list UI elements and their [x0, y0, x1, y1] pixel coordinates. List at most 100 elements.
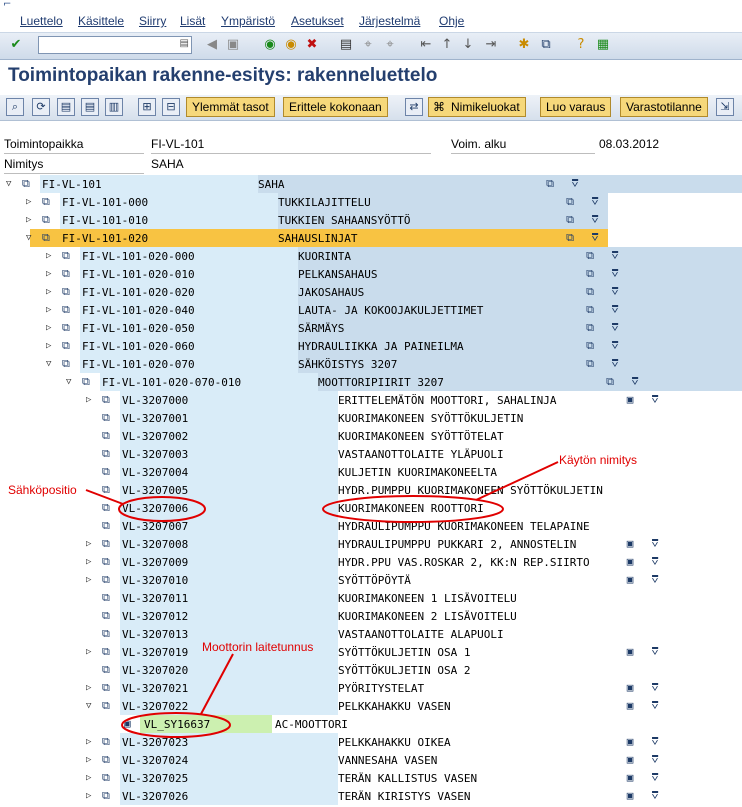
node-code[interactable]: VL-3207001 [122, 412, 188, 425]
expand-node-icon[interactable]: ▷ [86, 754, 96, 766]
node-code[interactable]: VL-3207019 [122, 646, 188, 659]
expand-node-icon[interactable]: ▷ [86, 538, 96, 550]
previous-page-icon[interactable]: ↑ [439, 37, 455, 53]
node-code[interactable]: VL-3207025 [122, 772, 188, 785]
luo-varaus-button[interactable]: Luo varaus [540, 97, 612, 117]
expand-node-icon[interactable]: ▷ [46, 304, 56, 316]
tree-row[interactable]: ▷ ⧉ FI-VL-101-020-010 PELKANSAHAUS ⧉ ⩢ [0, 265, 742, 283]
tree-row[interactable]: ▷ ⧉ VL-3207026 TERÄN KIRISTYS VASEN ▣ ⩢ [0, 787, 742, 805]
tree-row[interactable]: ⧉ VL-3207006 KUORIMAKONEEN ROOTTORI [0, 499, 742, 517]
next-page-icon[interactable]: ↓ [460, 37, 476, 53]
node-code[interactable]: VL-3207026 [122, 790, 188, 803]
equipment-row[interactable]: ▣ VL_SY16637 AC-MOOTTORI [0, 715, 742, 733]
exit-icon[interactable]: ◉ [283, 37, 299, 53]
tree-row[interactable]: ⧉ VL-3207001 KUORIMAKONEEN SYÖTTÖKULJETIN [0, 409, 742, 427]
collapse-node-icon[interactable]: ▽ [86, 700, 96, 712]
node-code[interactable]: VL-3207000 [122, 394, 188, 407]
floc-detail-icon[interactable]: ⧉ [583, 357, 597, 371]
cancel-icon[interactable]: ✖ [304, 37, 320, 53]
tree-row[interactable]: ▷ ⧉ VL-3207023 PELKKAHAKKU OIKEA ▣ ⩢ [0, 733, 742, 751]
collapse-node-icon[interactable]: ▽ [66, 376, 76, 388]
expand-node-icon[interactable]: ▷ [46, 250, 56, 262]
filter-down-icon[interactable]: ⩢ [648, 555, 662, 569]
node-code[interactable]: VL-3207005 [122, 484, 188, 497]
filter-down-icon[interactable]: ⩢ [628, 375, 642, 389]
find-icon[interactable]: ⌖ [360, 37, 376, 53]
expand-node-icon[interactable]: ▷ [86, 736, 96, 748]
equipment-detail-icon[interactable]: ▣ [623, 789, 637, 803]
tree-row[interactable]: ⧉ VL-3207005 HYDR.PUMPPU KUORIMAKONEEN SYÖ… [0, 481, 742, 499]
expand-node-icon[interactable]: ▷ [86, 772, 96, 784]
filter-down-icon[interactable]: ⩢ [648, 771, 662, 785]
floc-detail-icon[interactable]: ⧉ [563, 213, 577, 227]
node-code[interactable]: FI-VL-101-020 [62, 232, 148, 245]
tree-row[interactable]: ⧉ VL-3207020 SYÖTTÖKULJETIN OSA 2 [0, 661, 742, 679]
tree-row[interactable]: ▽ ⧉ FI-VL-101-020-070 SÄHKÖISTYS 3207 ⧉ ⩢ [0, 355, 742, 373]
node-code[interactable]: FI-VL-101-020-010 [82, 268, 195, 281]
node-code[interactable]: FI-VL-101 [42, 178, 102, 191]
node-code[interactable]: VL-3207002 [122, 430, 188, 443]
tree-row[interactable]: ▽ ⧉ FI-VL-101 SAHA ⧉ ⩢ [0, 175, 742, 193]
layout-menu-icon[interactable]: ▦ [595, 37, 611, 53]
save-icon[interactable]: ▣ [225, 37, 241, 53]
filter-down-icon[interactable]: ⩢ [588, 213, 602, 227]
node-code[interactable]: FI-VL-101-020-070 [82, 358, 195, 371]
tree-row[interactable]: ▷ ⧉ VL-3207021 PYÖRITYSTELAT ▣ ⩢ [0, 679, 742, 697]
expand-node-icon[interactable]: ▷ [46, 340, 56, 352]
columns-icon[interactable]: ▥ [105, 98, 123, 116]
expand-node-icon[interactable]: ▷ [46, 268, 56, 280]
equipment-detail-icon[interactable]: ▣ [623, 537, 637, 551]
new-session-icon[interactable]: ✱ [516, 37, 532, 53]
filter-down-icon[interactable]: ⩢ [608, 303, 622, 317]
filter-down-icon[interactable]: ⩢ [588, 195, 602, 209]
menu-ohje[interactable]: Ohje [439, 14, 464, 28]
export-icon[interactable]: ⇲ [716, 98, 734, 116]
first-page-icon[interactable]: ⇤ [418, 37, 434, 53]
choose-icon[interactable]: ▤ [57, 98, 75, 116]
node-code[interactable]: FI-VL-101-020-040 [82, 304, 195, 317]
node-code[interactable]: VL-3207022 [122, 700, 188, 713]
expand-node-icon[interactable]: ▷ [86, 574, 96, 586]
node-code[interactable]: VL-3207007 [122, 520, 188, 533]
tree-row[interactable]: ▷ ⧉ VL-3207000 ERITTELEMÄTÖN MOOTTORI, SAHA… [0, 391, 742, 409]
equipment-detail-icon[interactable]: ▣ [623, 753, 637, 767]
last-page-icon[interactable]: ⇥ [483, 37, 499, 53]
node-code[interactable]: VL-3207020 [122, 664, 188, 677]
collapse-subtree-icon[interactable]: ⊟ [162, 98, 180, 116]
node-code[interactable]: VL-3207009 [122, 556, 188, 569]
floc-detail-icon[interactable]: ⧉ [583, 303, 597, 317]
node-code[interactable]: FI-VL-101-020-050 [82, 322, 195, 335]
tree-row[interactable]: ▷ ⧉ FI-VL-101-020-020 JAKOSAHAUS ⧉ ⩢ [0, 283, 742, 301]
floc-detail-icon[interactable]: ⧉ [583, 321, 597, 335]
tree-row[interactable]: ⧉ VL-3207011 KUORIMAKONEEN 1 LISÄVOITELU [0, 589, 742, 607]
floc-detail-icon[interactable]: ⧉ [563, 231, 577, 245]
filter-down-icon[interactable]: ⩢ [648, 645, 662, 659]
floc-detail-icon[interactable]: ⧉ [603, 375, 617, 389]
filter-down-icon[interactable]: ⩢ [648, 699, 662, 713]
floc-detail-icon[interactable]: ⧉ [583, 249, 597, 263]
equipment-detail-icon[interactable]: ▣ [623, 645, 637, 659]
varastotilanne-button[interactable]: Varastotilanne [620, 97, 708, 117]
erittele-kokonaan-button[interactable]: Erittele kokonaan [283, 97, 388, 117]
command-history-icon[interactable]: ▤ [180, 38, 189, 49]
node-code[interactable]: VL-3207006 [122, 502, 188, 515]
equipment-detail-icon[interactable]: ▣ [623, 393, 637, 407]
filter-down-icon[interactable]: ⩢ [608, 249, 622, 263]
tree-row[interactable]: ▷ ⧉ FI-VL-101-020-000 KUORINTA ⧉ ⩢ [0, 247, 742, 265]
node-code[interactable]: VL-3207010 [122, 574, 188, 587]
tree-row[interactable]: ▽ ⧉ FI-VL-101-020-070-010 MOOTTORIPIIRIT 32… [0, 373, 742, 391]
node-code[interactable]: FI-VL-101-010 [62, 214, 148, 227]
back-icon[interactable]: ◉ [262, 37, 278, 53]
expand-node-icon[interactable]: ▷ [46, 286, 56, 298]
help-icon[interactable]: ? [573, 37, 589, 53]
tree-row[interactable]: ▷ ⧉ FI-VL-101-000 TUKKILAJITTELU ⧉ ⩢ [0, 193, 742, 211]
filter-down-icon[interactable]: ⩢ [608, 357, 622, 371]
node-code[interactable]: VL-3207011 [122, 592, 188, 605]
filter-down-icon[interactable]: ⩢ [608, 321, 622, 335]
enter-check-icon[interactable]: ✔ [8, 37, 24, 53]
expand-node-icon[interactable]: ▷ [86, 556, 96, 568]
tree-row[interactable]: ▷ ⧉ FI-VL-101-020-060 HYDRAULIIKKA JA PAINE… [0, 337, 742, 355]
detail-icon[interactable]: ⌕ [6, 98, 24, 116]
find-next-icon[interactable]: ⌖ [382, 37, 398, 53]
filter-down-icon[interactable]: ⩢ [568, 177, 582, 191]
